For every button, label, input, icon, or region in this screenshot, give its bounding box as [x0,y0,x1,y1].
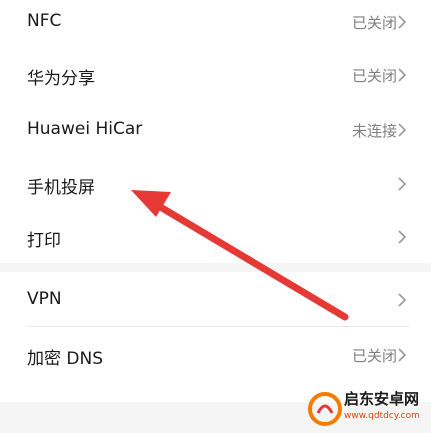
settings-row-hicar[interactable]: Huawei HiCar 未连接 [0,104,431,156]
settings-row-label: NFC [27,11,62,31]
settings-row-label: Huawei HiCar [27,119,143,139]
settings-group-network: VPN 加密 DNS 已关闭 [0,272,431,402]
settings-row-status: 已关闭 [351,14,397,32]
settings-row-nfc[interactable]: NFC 已关闭 [0,0,431,52]
settings-row-label: 华为分享 [27,69,95,89]
settings-row-label: 加密 DNS [27,349,104,369]
chevron-right-icon [398,230,407,244]
watermark-url: www.qdtdcy.com [344,411,420,421]
settings-row-label: 打印 [27,231,61,251]
settings-row-status: 已关闭 [351,67,397,85]
settings-group-connections: NFC 已关闭 华为分享 已关闭 Huawei HiCar 未连接 手机投屏 打… [0,0,431,263]
settings-row-screen-projection[interactable]: 手机投屏 [0,156,431,208]
chevron-right-icon [398,293,407,307]
settings-row-label: 手机投屏 [27,178,95,198]
settings-row-encrypted-dns[interactable]: 加密 DNS 已关闭 [0,328,431,380]
settings-row-huawei-share[interactable]: 华为分享 已关闭 [0,52,431,104]
settings-row-status: 已关闭 [351,347,397,365]
settings-row-vpn[interactable]: VPN [0,272,431,324]
watermark-logo-icon [308,392,342,426]
chevron-right-icon [398,68,407,82]
chevron-right-icon [398,123,407,137]
row-divider [27,326,409,327]
watermark-title: 启东安卓网 [344,390,420,408]
chevron-right-icon [398,177,407,191]
watermark: 启东安卓网 www.qdtdcy.com [297,386,431,433]
settings-row-label: VPN [27,289,62,309]
chevron-right-icon [398,348,407,362]
settings-row-status: 未连接 [351,122,397,140]
chevron-right-icon [398,15,407,29]
settings-row-print[interactable]: 打印 [0,208,431,260]
